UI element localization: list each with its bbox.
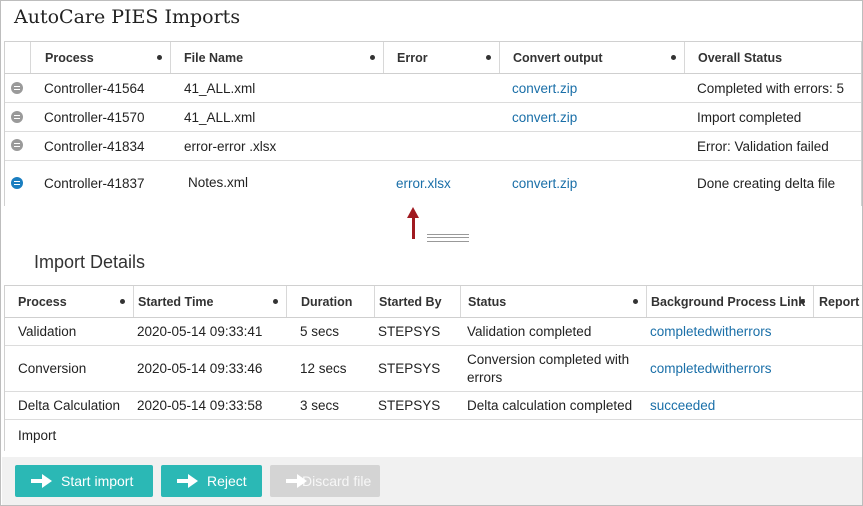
row-status-icon: [11, 139, 23, 151]
background-process-link[interactable]: completedwitherrors: [650, 346, 772, 391]
column-menu-icon[interactable]: [370, 54, 375, 60]
detail-started-time: 2020-05-14 09:33:41: [137, 324, 263, 339]
column-menu-icon[interactable]: [157, 54, 162, 60]
column-header-convert-output[interactable]: Convert output: [499, 42, 684, 73]
column-header-error[interactable]: Error: [383, 42, 499, 73]
column-header-duration[interactable]: Duration: [286, 286, 374, 317]
column-header-background-process-link[interactable]: Background Process Link: [646, 286, 813, 317]
imports-grid: Process File Name Error Convert output O…: [4, 41, 862, 206]
row-process: Controller-41834: [44, 138, 145, 154]
table-row[interactable]: Controller-41570 41_ALL.xml convert.zip …: [5, 103, 861, 132]
row-process: Controller-41570: [44, 109, 145, 125]
convert-output-link[interactable]: convert.zip: [512, 103, 577, 131]
detail-status: Validation completed: [467, 324, 592, 339]
start-import-label: Start import: [61, 473, 134, 489]
table-row[interactable]: Conversion 2020-05-14 09:33:46 12 secs S…: [5, 346, 862, 392]
column-menu-icon[interactable]: [633, 298, 638, 304]
row-process: Controller-41837: [44, 176, 145, 191]
background-process-link[interactable]: succeeded: [650, 392, 715, 419]
detail-started-by: STEPSYS: [378, 324, 441, 339]
column-header-started-by[interactable]: Started By: [374, 286, 460, 317]
arrow-right-icon: [286, 474, 308, 488]
table-row[interactable]: Controller-41564 41_ALL.xml convert.zip …: [5, 74, 861, 103]
details-header-row: Process Started Time Duration Started By…: [5, 286, 862, 318]
row-status-icon: [11, 111, 23, 123]
row-overall-status: Completed with errors: 5: [697, 80, 845, 96]
detail-duration: 3 secs: [300, 398, 340, 413]
column-header-process[interactable]: Process: [30, 42, 170, 73]
import-details-grid: Process Started Time Duration Started By…: [4, 285, 862, 451]
detail-duration: 12 secs: [300, 361, 347, 376]
detail-process: Import: [18, 427, 57, 443]
detail-started-time: 2020-05-14 09:33:58: [137, 398, 263, 413]
detail-started-by: STEPSYS: [378, 361, 441, 376]
detail-status: Delta calculation completed: [467, 398, 633, 413]
row-status-icon: [11, 82, 23, 94]
column-menu-icon[interactable]: [800, 298, 805, 304]
row-file-name: Notes.xml: [188, 175, 249, 190]
column-header-report[interactable]: Report: [813, 286, 862, 317]
row-overall-status: Import completed: [697, 109, 802, 125]
table-row[interactable]: Import: [5, 420, 862, 450]
annotation-arrow-shaft: [412, 217, 415, 239]
pane-splitter-handle[interactable]: [427, 234, 469, 242]
window: AutoCare PIES Imports Process File Name …: [0, 0, 863, 506]
row-file-name: 41_ALL.xml: [184, 80, 256, 96]
row-file-name: 41_ALL.xml: [184, 109, 256, 125]
discard-file-label: Discard file: [302, 473, 372, 489]
convert-output-link[interactable]: convert.zip: [512, 74, 577, 102]
arrow-right-icon: [31, 474, 53, 488]
column-header-status[interactable]: Status: [460, 286, 646, 317]
detail-process: Validation: [18, 324, 77, 339]
table-row[interactable]: Delta Calculation 2020-05-14 09:33:58 3 …: [5, 392, 862, 420]
column-menu-icon[interactable]: [273, 298, 278, 304]
detail-process: Conversion: [18, 361, 87, 376]
table-row-selected[interactable]: Controller-41837 Notes.xml error.xlsx co…: [5, 161, 861, 206]
imports-header-row: Process File Name Error Convert output O…: [5, 42, 861, 74]
column-header-file-name[interactable]: File Name: [170, 42, 383, 73]
table-row[interactable]: Validation 2020-05-14 09:33:41 5 secs ST…: [5, 318, 862, 346]
row-overall-status: Done creating delta file: [697, 176, 836, 191]
column-menu-icon[interactable]: [486, 54, 491, 60]
page-title: AutoCare PIES Imports: [14, 6, 241, 28]
column-header-overall-status[interactable]: Overall Status: [684, 42, 861, 73]
background-process-link[interactable]: completedwitherrors: [650, 318, 772, 345]
row-status-icon: [11, 177, 23, 189]
column-header-started-time[interactable]: Started Time: [133, 286, 286, 317]
detail-process: Delta Calculation: [18, 398, 121, 413]
detail-status: Conversion completed with errors: [467, 351, 630, 385]
reject-label: Reject: [207, 473, 247, 489]
reject-button[interactable]: Reject: [161, 465, 262, 497]
start-import-button[interactable]: Start import: [15, 465, 153, 497]
error-file-link[interactable]: error.xlsx: [396, 161, 451, 206]
convert-output-link[interactable]: convert.zip: [512, 161, 577, 206]
action-bar: Start import Reject Discard file: [2, 457, 862, 505]
column-header-process[interactable]: Process: [5, 286, 133, 317]
table-row[interactable]: Controller-41834 error-error .xlsx Error…: [5, 132, 861, 161]
detail-duration: 5 secs: [300, 324, 340, 339]
detail-started-time: 2020-05-14 09:33:46: [137, 361, 263, 376]
row-process: Controller-41564: [44, 80, 145, 96]
discard-file-button[interactable]: Discard file: [270, 465, 380, 497]
column-menu-icon[interactable]: [671, 54, 676, 60]
status-column-header: [5, 42, 30, 73]
row-overall-status: Error: Validation failed: [697, 138, 829, 154]
detail-started-by: STEPSYS: [378, 398, 441, 413]
arrow-right-icon: [177, 474, 199, 488]
column-menu-icon[interactable]: [120, 298, 125, 304]
section-title: Import Details: [34, 252, 146, 272]
row-file-name: error-error .xlsx: [184, 138, 277, 154]
